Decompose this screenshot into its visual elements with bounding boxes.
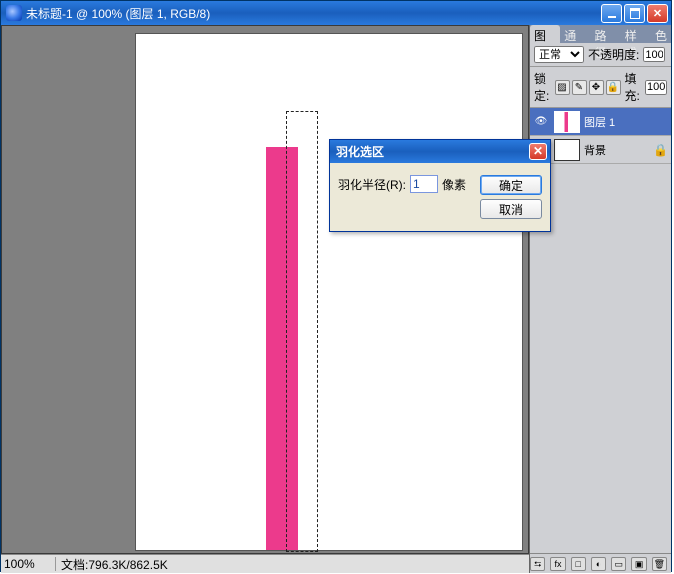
- blend-mode-select[interactable]: 正常: [534, 46, 584, 63]
- opacity-label: 不透明度:: [588, 46, 639, 63]
- dialog-title-bar[interactable]: 羽化选区 ✕: [330, 140, 550, 163]
- lock-icon: 🔒: [653, 143, 667, 157]
- cancel-button[interactable]: 取消: [480, 199, 542, 219]
- marquee-selection: [286, 111, 318, 552]
- layers-panel-footer: ⮀ fx □ ◐ ▭ ▣ 🗑: [530, 553, 671, 573]
- delete-layer-icon[interactable]: 🗑: [652, 557, 667, 571]
- dialog-title: 羽化选区: [336, 143, 529, 160]
- tab-paths[interactable]: 路径: [591, 25, 621, 43]
- canvas-viewport[interactable]: [1, 25, 529, 554]
- doc-info-value: 796.3K/862.5K: [88, 558, 167, 572]
- maximize-button[interactable]: [624, 4, 645, 23]
- layer-mask-icon[interactable]: □: [571, 557, 586, 571]
- layer-thumbnail[interactable]: [554, 139, 580, 161]
- lock-all-icon[interactable]: 🔒: [606, 80, 621, 95]
- layer-item[interactable]: 背景 🔒: [530, 136, 671, 164]
- client-area: 100% 文档:796.3K/862.5K 图层 通道 路径 样式 色 正常 不…: [1, 25, 671, 573]
- zoom-display[interactable]: 100%: [1, 557, 56, 571]
- layer-name[interactable]: 背景: [584, 142, 606, 158]
- blend-row: 正常 不透明度:: [530, 43, 671, 67]
- tab-styles[interactable]: 样式: [621, 25, 651, 43]
- document-info: 文档:796.3K/862.5K: [56, 556, 168, 573]
- lock-icons-group: ▨ ✎ ✥ 🔒: [555, 80, 621, 95]
- feather-radius-input[interactable]: [410, 175, 438, 193]
- feather-radius-field: 羽化半径(R): 像素: [338, 175, 474, 193]
- ok-button[interactable]: 确定: [480, 175, 542, 195]
- feather-radius-label: 羽化半径(R):: [338, 176, 406, 193]
- dialog-body: 羽化半径(R): 像素 确定 取消: [330, 163, 550, 231]
- app-icon: [6, 5, 22, 21]
- lock-pixels-icon[interactable]: ✎: [572, 80, 587, 95]
- lock-label: 锁定:: [534, 70, 551, 104]
- doc-info-label: 文档:: [61, 558, 88, 572]
- visibility-toggle-icon[interactable]: [532, 113, 550, 131]
- layer-style-icon[interactable]: fx: [550, 557, 565, 571]
- canvas-area: 100% 文档:796.3K/862.5K: [1, 25, 529, 573]
- panel-tabs: 图层 通道 路径 样式 色: [530, 25, 671, 43]
- opacity-input[interactable]: [643, 47, 665, 62]
- lock-row: 锁定: ▨ ✎ ✥ 🔒 填充:: [530, 67, 671, 108]
- dialog-buttons: 确定 取消: [480, 175, 542, 219]
- feather-dialog: 羽化选区 ✕ 羽化半径(R): 像素 确定 取消: [329, 139, 551, 232]
- tab-layers[interactable]: 图层: [530, 25, 560, 43]
- fill-label: 填充:: [625, 70, 642, 104]
- new-layer-icon[interactable]: ▣: [631, 557, 646, 571]
- tab-channels[interactable]: 通道: [560, 25, 590, 43]
- close-button[interactable]: ✕: [647, 4, 668, 23]
- adjustment-layer-icon[interactable]: ◐: [591, 557, 606, 571]
- lock-position-icon[interactable]: ✥: [589, 80, 604, 95]
- layer-name[interactable]: 图层 1: [584, 114, 615, 130]
- layer-thumbnail[interactable]: [554, 111, 580, 133]
- window-title: 未标题-1 @ 100% (图层 1, RGB/8): [26, 5, 601, 22]
- new-group-icon[interactable]: ▭: [611, 557, 626, 571]
- artboard: [135, 33, 523, 551]
- window-controls: ✕: [601, 4, 671, 23]
- layer-item[interactable]: 图层 1: [530, 108, 671, 136]
- tab-color[interactable]: 色: [651, 25, 671, 43]
- status-bar: 100% 文档:796.3K/862.5K: [1, 554, 529, 573]
- minimize-button[interactable]: [601, 4, 622, 23]
- fill-input[interactable]: [645, 80, 667, 95]
- panels-column: 图层 通道 路径 样式 色 正常 不透明度: 锁定: ▨ ✎ ✥ 🔒 填充:: [529, 25, 671, 573]
- feather-radius-unit: 像素: [442, 176, 466, 193]
- dialog-close-button[interactable]: ✕: [529, 143, 547, 160]
- layers-list: 图层 1 背景 🔒: [530, 108, 671, 553]
- lock-transparent-icon[interactable]: ▨: [555, 80, 570, 95]
- link-layers-icon[interactable]: ⮀: [530, 557, 545, 571]
- title-bar: 未标题-1 @ 100% (图层 1, RGB/8) ✕: [1, 1, 671, 25]
- main-window: 未标题-1 @ 100% (图层 1, RGB/8) ✕ 100% 文档:796…: [0, 0, 672, 572]
